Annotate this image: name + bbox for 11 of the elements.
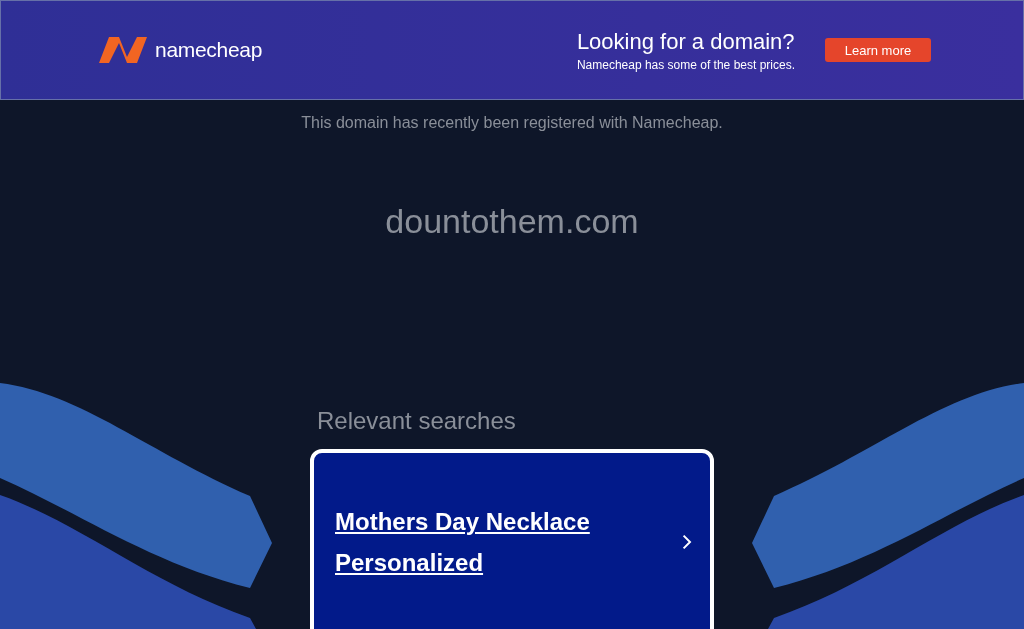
search-result-card[interactable]: Mothers Day Necklace Personalized [310, 449, 714, 629]
banner-subline: Namecheap has some of the best prices. [576, 57, 795, 72]
search-link[interactable]: Mothers Day Necklace Personalized [335, 501, 663, 583]
brand-name: namecheap [155, 38, 263, 62]
section-heading: Relevant searches [316, 407, 517, 435]
domain-name: dountothem.com [384, 202, 640, 241]
banner-headline: Looking for a domain? [576, 28, 795, 55]
logo-icon [97, 35, 149, 65]
registration-notice: This domain has recently been registered with Namecheap. [300, 114, 724, 132]
learn-more-button[interactable]: Learn more [825, 38, 931, 62]
chevron-right-icon [682, 532, 692, 552]
